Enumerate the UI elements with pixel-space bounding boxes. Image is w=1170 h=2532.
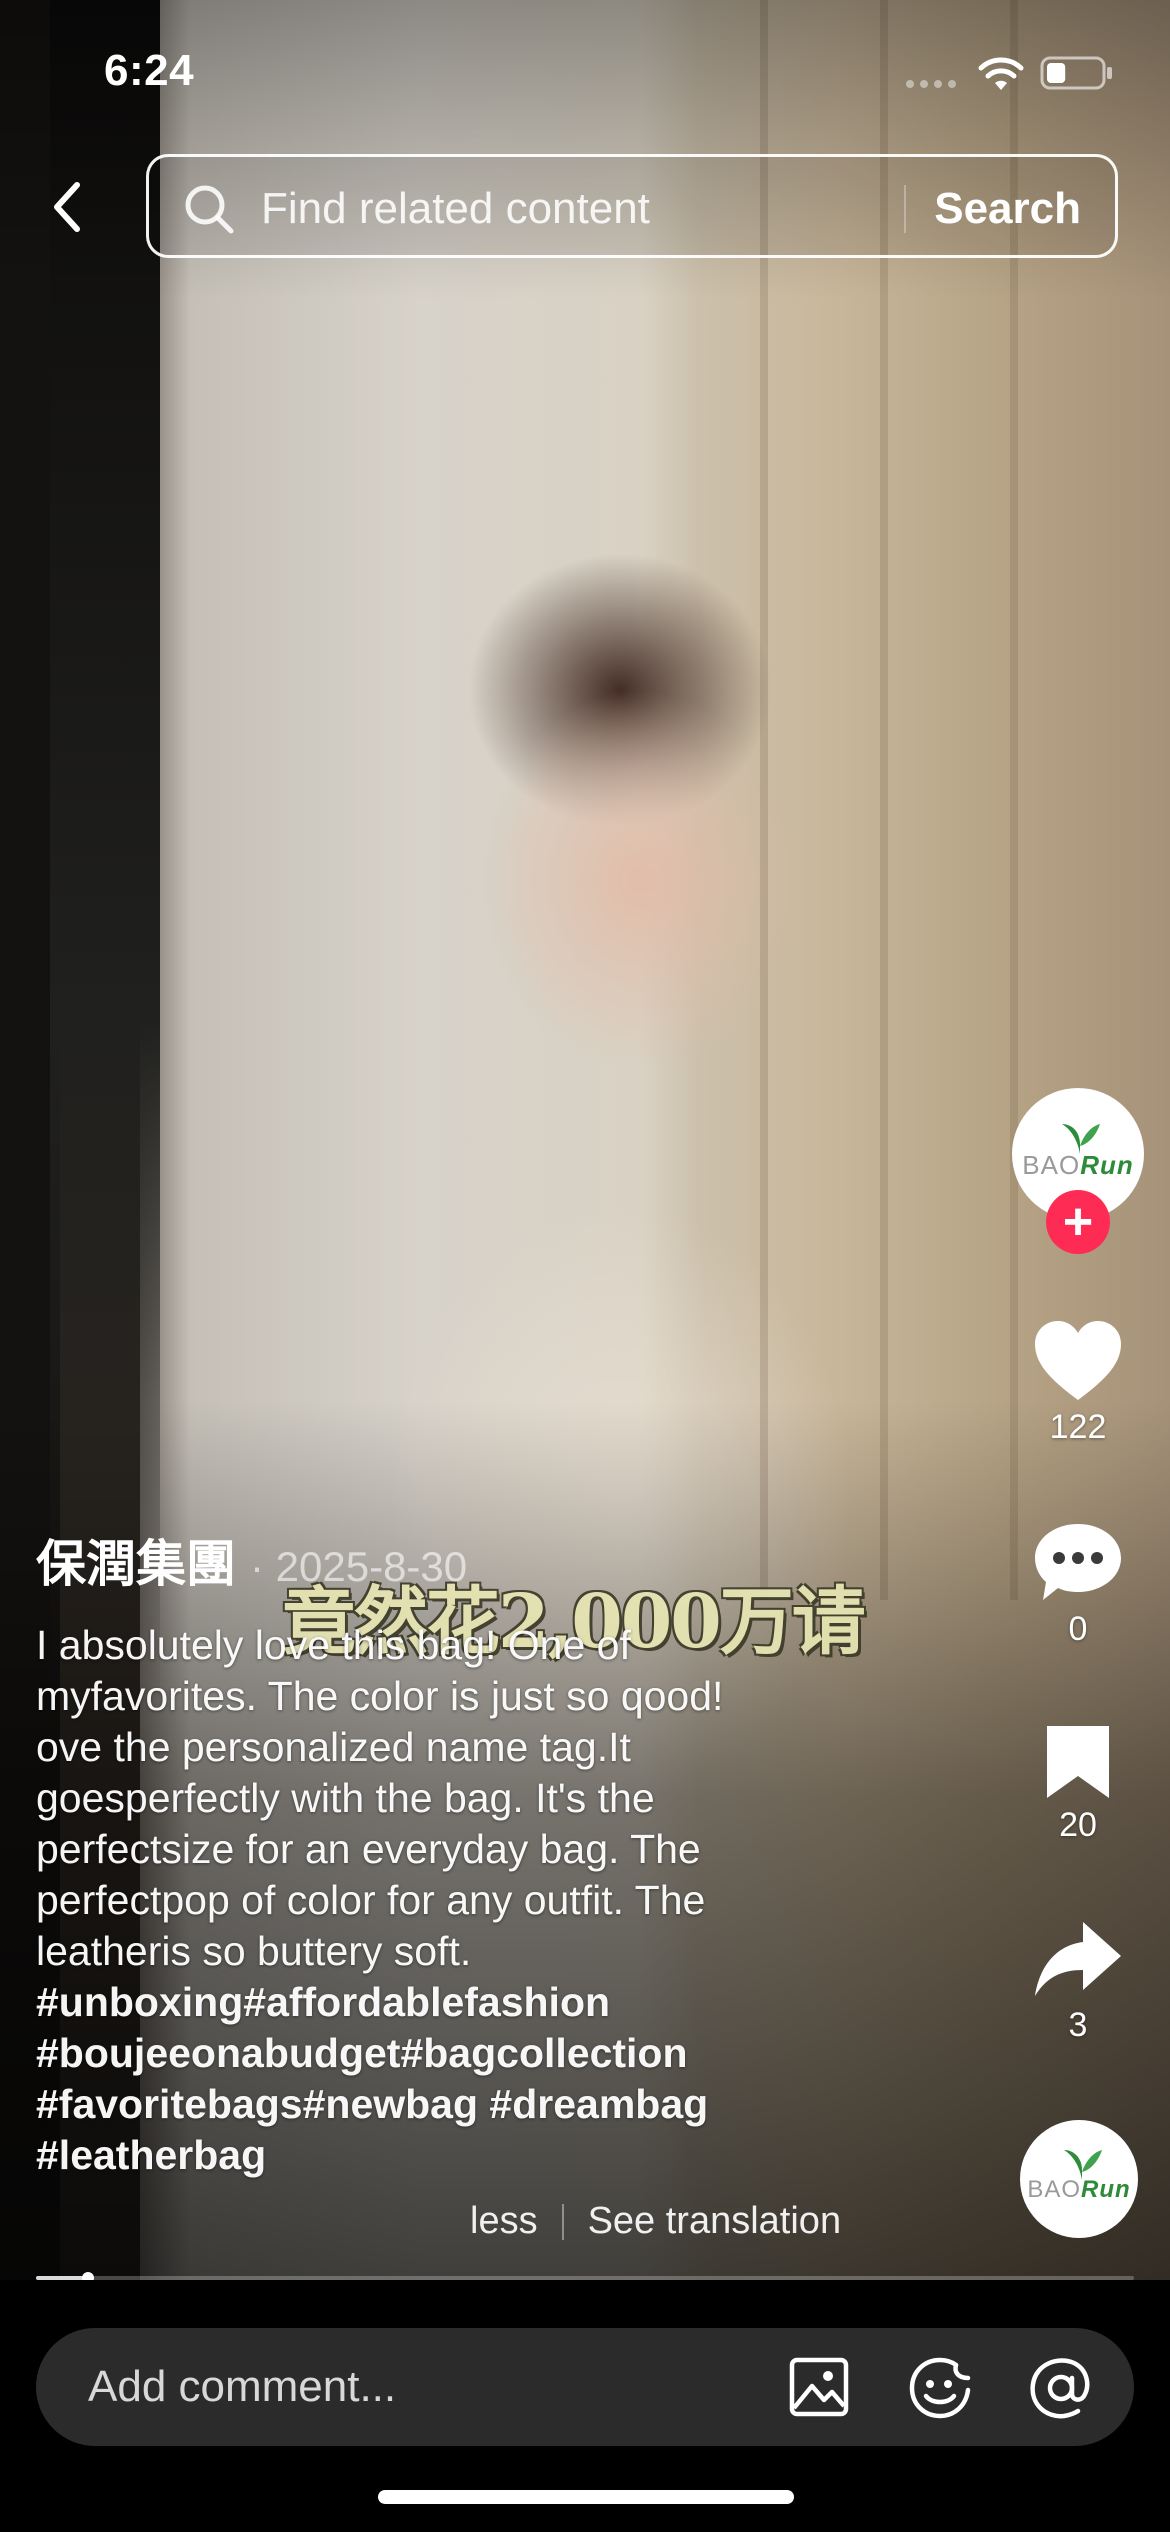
caption-line: ove the personalized name tag.It <box>36 1724 631 1770</box>
caption-line: I absolutely love this bag! One of <box>36 1622 631 1668</box>
battery-icon <box>1040 56 1112 90</box>
comment-button[interactable]: 0 <box>1010 1520 1146 1649</box>
hashtag-line[interactable]: #boujeeonabudget#bagcollection <box>36 2028 886 2079</box>
status-time: 6:24 <box>104 46 195 95</box>
avatar-logo-text: BAORun <box>1022 1150 1134 1180</box>
chevron-left-icon <box>54 182 80 232</box>
bookmark-icon <box>1047 1726 1109 1798</box>
search-button[interactable]: Search <box>934 184 1081 234</box>
comment-count: 0 <box>1068 1610 1088 1648</box>
hashtag-line[interactable]: #favoritebags#newbag #dreambag <box>36 2079 886 2130</box>
search-divider <box>904 185 906 233</box>
comment-bubble-icon <box>1035 1524 1121 1600</box>
heart-icon <box>1035 1321 1121 1400</box>
hashtag-line[interactable]: #leatherbag <box>36 2130 886 2181</box>
share-arrow-icon <box>1035 1922 1121 1996</box>
like-count: 122 <box>1049 1408 1107 1446</box>
caption-line: leatheris so buttery soft. <box>36 1928 472 1974</box>
caption-line: myfavorites. The color is just so qood! <box>36 1673 724 1719</box>
caption-line: perfectsize for an everyday bag. The <box>36 1826 701 1872</box>
sound-disc[interactable]: BAORun <box>1020 2120 1138 2238</box>
author-name[interactable]: 保潤集團 <box>36 1524 236 1596</box>
comment-input[interactable]: Add comment... <box>36 2328 1134 2446</box>
save-count: 20 <box>1059 1806 1097 1844</box>
search-icon <box>185 185 234 234</box>
less-button[interactable]: less <box>470 2200 538 2243</box>
share-button[interactable]: 3 <box>1010 1918 1146 2045</box>
follow-button[interactable]: + <box>1046 1190 1110 1254</box>
hashtag-line[interactable]: #unboxing#affordablefashion <box>36 1977 886 2028</box>
wifi-icon <box>978 57 1024 90</box>
caption-actions: less See translation <box>470 2200 841 2243</box>
search-placeholder: Find related content <box>261 184 650 233</box>
like-button[interactable]: 122 <box>1010 1318 1146 1447</box>
save-button[interactable]: 20 <box>1010 1722 1146 1845</box>
share-count: 3 <box>1068 2006 1088 2044</box>
caption-actions-divider <box>561 2203 564 2240</box>
back-button[interactable] <box>38 174 96 240</box>
home-indicator[interactable] <box>378 2490 794 2504</box>
caption-line: goesperfectly with the bag. It's the <box>36 1775 655 1821</box>
search-field[interactable]: Find related content Search <box>146 154 1118 258</box>
mention-icon[interactable] <box>1028 2356 1094 2420</box>
sticker-icon[interactable] <box>908 2356 972 2420</box>
disc-logo-text: BAORun <box>1027 2176 1131 2203</box>
comment-placeholder: Add comment... <box>88 2362 397 2411</box>
caption-line: perfectpop of color for any outfit. The <box>36 1877 706 1923</box>
cellular-signal-icon <box>906 80 956 88</box>
see-translation-button[interactable]: See translation <box>588 2200 842 2243</box>
image-icon[interactable] <box>788 2356 850 2418</box>
caption[interactable]: I absolutely love this bag! One of myfav… <box>36 1620 886 2181</box>
